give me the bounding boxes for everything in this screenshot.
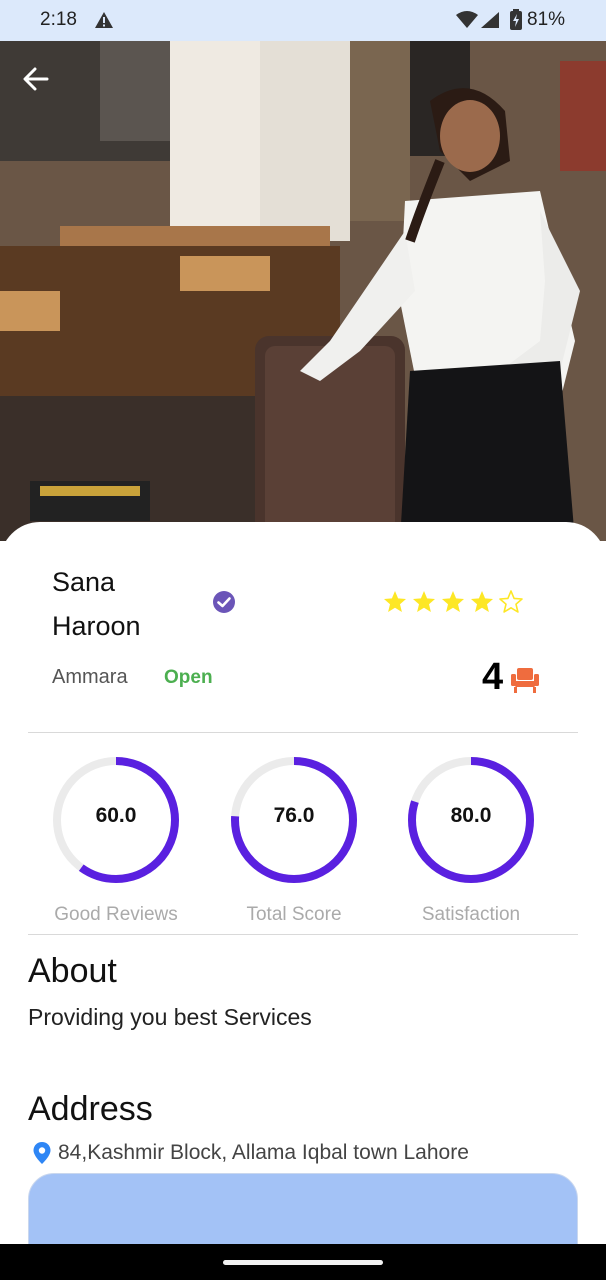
gauge-satisfaction: 80.0 Satisfaction [401, 750, 541, 926]
warning-icon [95, 12, 113, 28]
profile-card: Sana Haroon Ammara Open 4 60.0 Good Revi… [0, 522, 606, 1263]
gauge-total-score: 76.0 Total Score [224, 750, 364, 926]
gauge-label: Satisfaction [421, 904, 521, 925]
barber-name: Sana Haroon [52, 567, 141, 641]
divider [28, 934, 578, 935]
battery-percent: 81% [527, 9, 566, 30]
address-title: Address [28, 1090, 153, 1128]
barbershop-photo [0, 41, 606, 541]
open-status-badge: Open [164, 667, 213, 688]
gauge-value: 76.0 [273, 804, 315, 827]
home-handle[interactable] [223, 1260, 383, 1265]
status-time: 2:18 [40, 9, 77, 30]
back-button[interactable] [16, 59, 56, 99]
gauge-good-reviews: 60.0 Good Reviews [46, 750, 186, 926]
seats-count: 4 [482, 656, 504, 698]
star-empty-icon [499, 590, 523, 613]
gauge-label: Good Reviews [54, 904, 178, 925]
address-text: 84,Kashmir Block, Allama Iqbal town Laho… [58, 1141, 469, 1164]
hero-image [0, 41, 606, 541]
divider [28, 732, 578, 733]
gauge-value: 60.0 [95, 804, 137, 827]
star-filled-icon [442, 591, 464, 612]
location-pin-icon [33, 1142, 51, 1164]
salon-name: Ammara [52, 666, 128, 688]
signal-icon [481, 12, 499, 28]
battery-icon [510, 9, 522, 30]
status-bar: 2:18 81% [0, 0, 606, 41]
about-title: About [28, 952, 117, 990]
wifi-icon [456, 11, 478, 28]
barber-chair-icon [511, 668, 539, 693]
about-text: Providing you best Services [28, 1004, 312, 1030]
gauge-label: Total Score [246, 904, 342, 925]
star-filled-icon [413, 591, 435, 612]
gauge-value: 80.0 [450, 804, 492, 827]
address-row[interactable]: 84,Kashmir Block, Allama Iqbal town Laho… [32, 1141, 469, 1165]
rating-stars [382, 589, 524, 615]
arrow-left-icon [23, 67, 49, 91]
star-filled-icon [471, 591, 493, 612]
verified-check-icon [213, 591, 235, 613]
star-filled-icon [384, 591, 406, 612]
navigation-bar [0, 1244, 606, 1280]
